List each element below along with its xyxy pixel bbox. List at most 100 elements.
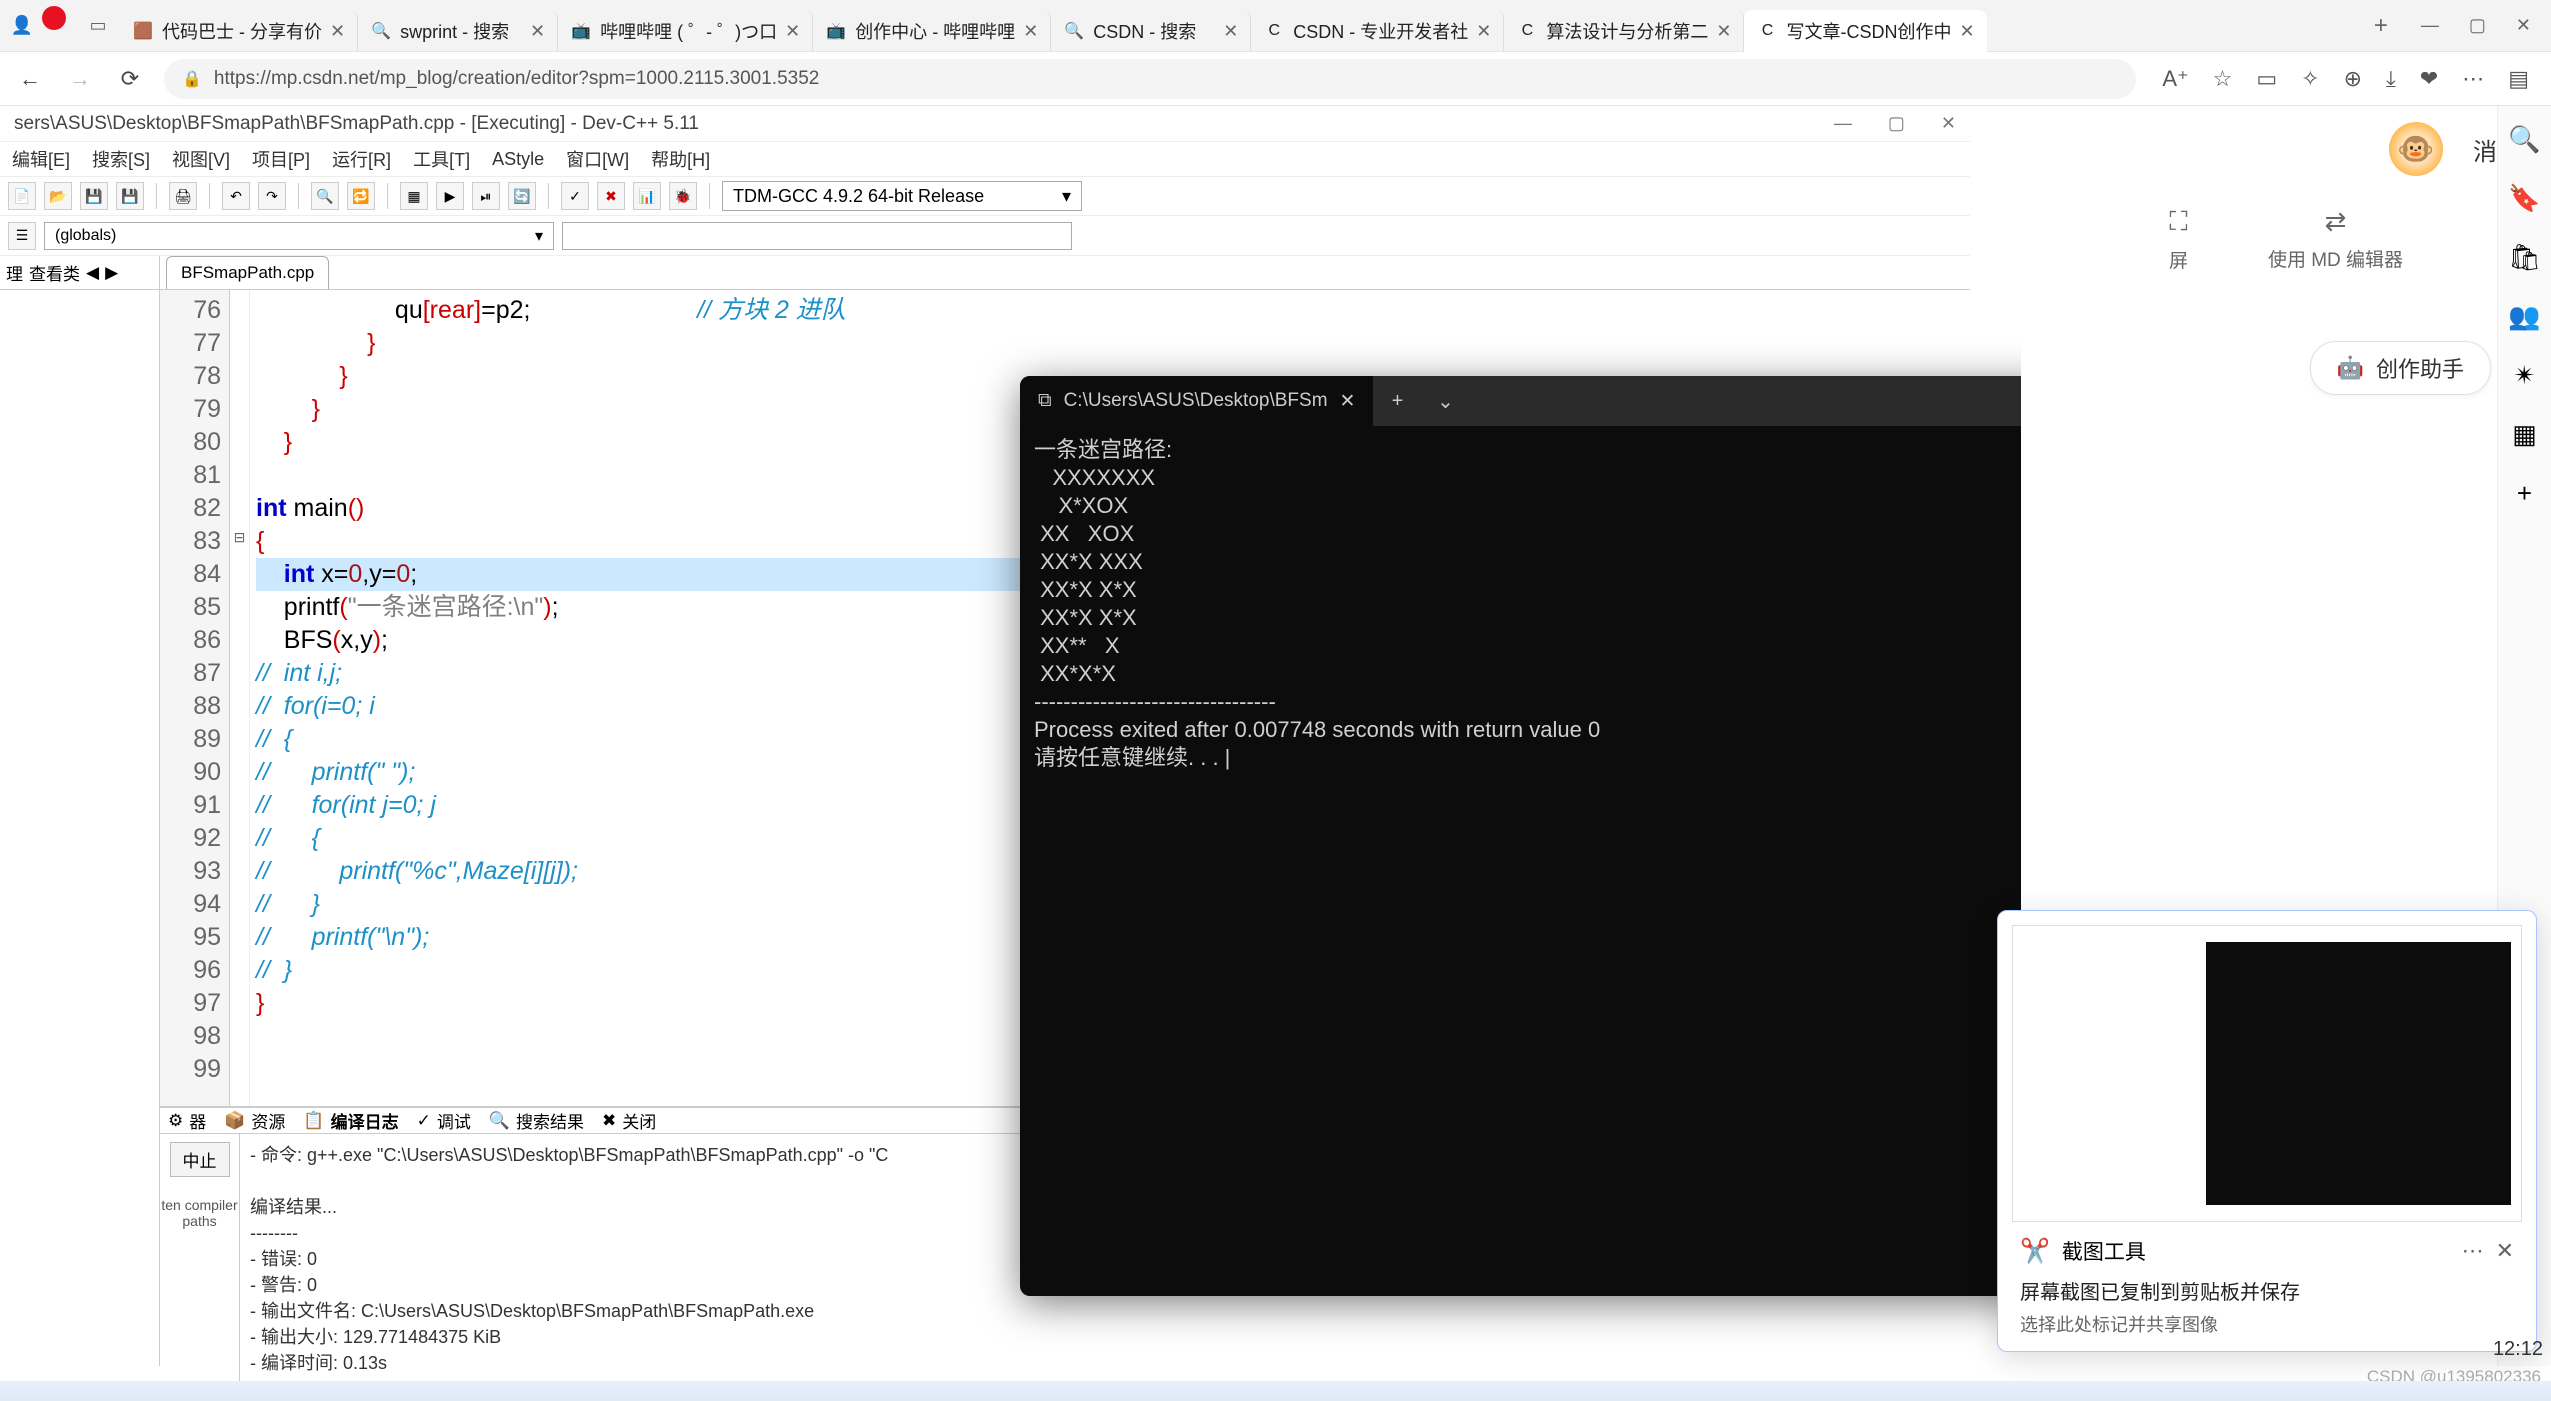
read-aloud-icon[interactable]: A⁺ [2162,66,2188,92]
creative-assistant-button[interactable]: 🤖 创作助手 [2310,341,2491,395]
tb-run-icon[interactable]: ▶ [436,182,464,210]
output-tab[interactable]: 🔍 搜索结果 [489,1108,584,1133]
tab-close-icon[interactable]: ✕ [1959,21,1974,42]
tb-new-icon[interactable]: 📄 [8,182,36,210]
extensions-icon[interactable]: ⊕ [2344,66,2362,92]
start-icon[interactable] [20,1382,54,1400]
tb-print-icon[interactable]: 🖨 [169,182,197,210]
search-icon[interactable]: 🔍 [2508,124,2540,155]
browser-tab[interactable]: 🔍swprint - 搜索✕ [358,10,558,52]
people-icon[interactable]: 👥 [2508,301,2540,332]
devcpp-close-icon[interactable]: ✕ [1941,113,1956,134]
tb-open-icon[interactable]: 📂 [44,182,72,210]
fullscreen-button[interactable]: ⛶ 屏 [2169,206,2188,273]
favorite-icon[interactable]: ☆ [2213,66,2233,92]
output-tab[interactable]: ✖ 关闭 [602,1108,656,1133]
refresh-icon[interactable]: ⟳ [114,63,146,95]
tab-close-icon[interactable]: ✕ [530,21,545,42]
favorites-bar-icon[interactable]: ✧ [2301,66,2319,92]
terminal-tab-close-icon[interactable]: ✕ [1340,390,1356,413]
sidebar-tab[interactable]: 查看类 [29,260,80,285]
devcpp-maximize-icon[interactable]: ▢ [1888,113,1905,134]
sidebar-tab[interactable]: ▶ [105,263,118,283]
minimize-icon[interactable]: — [2421,15,2439,36]
tb-saveall-icon[interactable]: 💾 [116,182,144,210]
profile-icon[interactable]: 👤 [10,14,34,38]
tb-undo-icon[interactable]: ↶ [222,182,250,210]
menu-item[interactable]: 运行[R] [332,146,391,172]
tb-rebuild-icon[interactable]: 🔄 [508,182,536,210]
terminal-new-tab[interactable]: + [1373,390,1421,413]
close-icon[interactable]: ✕ [2516,15,2531,36]
tab-close-icon[interactable]: ✕ [1023,21,1038,42]
snip-notification[interactable]: ✂️ 截图工具 ⋯ ✕ 屏幕截图已复制到剪贴板并保存 选择此处标记并共享图像 [1997,910,2537,1352]
plus-icon[interactable]: + [2517,478,2532,509]
menu-item[interactable]: 编辑[E] [12,146,70,172]
back-icon[interactable]: ← [14,63,46,95]
sidebar-toggle-icon[interactable]: ▤ [2508,66,2529,92]
menu-item[interactable]: AStyle [492,149,544,170]
compiler-select[interactable]: TDM-GCC 4.9.2 64-bit Release ▾ [722,181,1082,211]
browser-tab[interactable]: 📺哔哩哔哩 ( ゜- ゜)つ口✕ [558,10,813,52]
tb-stop-icon[interactable]: ✖ [597,182,625,210]
menu-item[interactable]: 视图[V] [172,146,230,172]
tb-debug-icon[interactable]: ✓ [561,182,589,210]
tb-compile-run-icon[interactable]: ⏯ [472,182,500,210]
tag-icon[interactable]: 🔖 [2508,183,2540,214]
performance-icon[interactable]: ❤ [2420,66,2438,92]
tab-close-icon[interactable]: ✕ [1476,21,1491,42]
tab-close-icon[interactable]: ✕ [785,21,800,42]
tb-find-icon[interactable]: 🔍 [311,182,339,210]
menu-item[interactable]: 帮助[H] [651,146,710,172]
abort-button[interactable]: 中止 [170,1142,230,1177]
star-icon[interactable]: ✴ [2514,360,2536,391]
sidebar-tab[interactable]: 理 [6,260,23,285]
md-editor-button[interactable]: ⇄ 使用 MD 编辑器 [2268,206,2403,273]
symbols-select[interactable] [562,222,1072,250]
output-tab[interactable]: ⚙ 器 [168,1108,206,1133]
globals-select[interactable]: (globals) ▾ [44,222,554,250]
snip-close-icon[interactable]: ✕ [2496,1238,2514,1264]
tb-indent-icon[interactable]: ☰ [8,222,36,250]
browser-tab[interactable]: 📺创作中心 - 哔哩哔哩✕ [813,10,1051,52]
sidebar-tab[interactable]: ◀ [86,263,99,283]
menu-item[interactable]: 工具[T] [413,146,470,172]
downloads-icon[interactable]: ⤓ [2386,66,2396,92]
tab-close-icon[interactable]: ✕ [1223,21,1238,42]
more-icon[interactable]: ⋯ [2462,66,2484,92]
file-tab[interactable]: BFSmapPath.cpp [166,256,329,289]
workspaces-icon[interactable]: ▭ [86,14,110,38]
menu-item[interactable]: 搜索[S] [92,146,150,172]
terminal-tab[interactable]: ⧉ C:\Users\ASUS\Desktop\BFSm ✕ [1020,376,1373,426]
new-tab-button[interactable]: + [2361,0,2401,51]
menu-item[interactable]: 项目[P] [252,146,310,172]
browser-tab[interactable]: CCSDN - 专业开发者社✕ [1251,10,1504,52]
output-tab[interactable]: ✓ 调试 [417,1108,471,1133]
collections-icon[interactable]: ▭ [2256,66,2277,92]
tb-save-icon[interactable]: 💾 [80,182,108,210]
tb-redo-icon[interactable]: ↷ [258,182,286,210]
terminal-window[interactable]: ⧉ C:\Users\ASUS\Desktop\BFSm ✕ + ⌄ 一条迷宫路… [1020,376,2140,1296]
tb-compile-icon[interactable]: ▦ [400,182,428,210]
maximize-icon[interactable]: ▢ [2469,15,2486,36]
tb-debug2-icon[interactable]: 🐞 [669,182,697,210]
browser-tab[interactable]: C算法设计与分析第二✕ [1504,10,1744,52]
avatar[interactable]: 🐵 [2389,122,2443,176]
browser-tab[interactable]: 🟫代码巴士 - 分享有价✕ [120,10,358,52]
snip-more-icon[interactable]: ⋯ [2462,1238,2484,1264]
output-tab[interactable]: 📋 编译日志 [303,1108,398,1133]
url-input[interactable]: 🔒 https://mp.csdn.net/mp_blog/creation/e… [164,59,2136,99]
tb-profile-icon[interactable]: 📊 [633,182,661,210]
browser-tab[interactable]: 🔍CSDN - 搜索✕ [1051,10,1251,52]
tab-close-icon[interactable]: ✕ [330,21,345,42]
menu-item[interactable]: 窗口[W] [566,146,629,172]
devcpp-minimize-icon[interactable]: — [1834,113,1852,134]
grid-icon[interactable]: ▦ [2512,419,2537,450]
browser-tab[interactable]: C写文章-CSDN创作中✕ [1744,10,1986,52]
shopping-icon[interactable]: 🛍 [2508,242,2541,273]
output-tab[interactable]: 📦 资源 [224,1108,285,1133]
tab-close-icon[interactable]: ✕ [1716,21,1731,42]
tb-replace-icon[interactable]: 🔁 [347,182,375,210]
taskbar[interactable] [0,1381,2551,1401]
terminal-dropdown-icon[interactable]: ⌄ [1421,389,1469,414]
